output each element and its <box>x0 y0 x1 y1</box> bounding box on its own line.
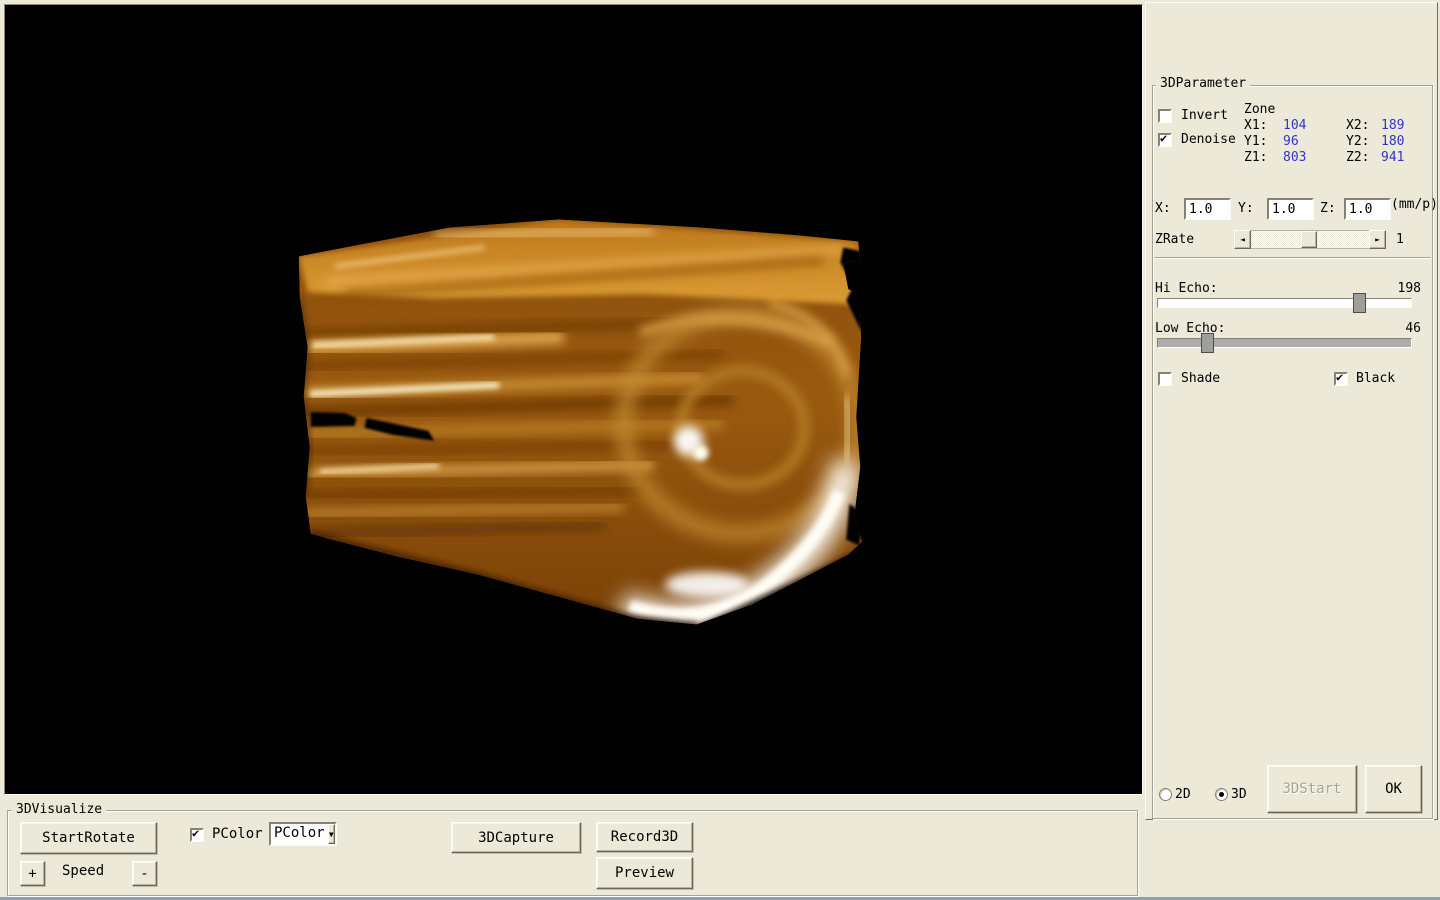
scale-z-input[interactable] <box>1344 198 1391 220</box>
scale-y-input[interactable] <box>1267 198 1314 220</box>
volume-render-3d[interactable] <box>5 5 1142 794</box>
zone-x1-label: X1: <box>1244 118 1267 133</box>
zone-title: Zone <box>1244 102 1275 117</box>
hi-echo-track[interactable] <box>1157 298 1412 308</box>
zrate-track[interactable] <box>1251 230 1369 249</box>
low-echo-track[interactable] <box>1157 338 1412 348</box>
pcolor-checkbox[interactable]: ✔ <box>190 828 204 842</box>
zone-z1-value: 803 <box>1283 150 1306 165</box>
zrate-label: ZRate <box>1155 232 1194 247</box>
zone-y2-label: Y2: <box>1346 134 1369 149</box>
black-checkbox[interactable]: ✔ <box>1334 372 1348 386</box>
zone-z2-value: 941 <box>1381 150 1404 165</box>
zone-y2-value: 180 <box>1381 134 1404 149</box>
shade-label: Shade <box>1181 371 1220 386</box>
render-viewport[interactable] <box>4 4 1143 795</box>
zone-z2-label: Z2: <box>1346 150 1369 165</box>
parameter-groupbox <box>1152 85 1433 819</box>
denoise-checkbox[interactable]: ✔ <box>1158 133 1172 147</box>
checkmark-icon: ✔ <box>1160 131 1167 145</box>
parameter-panel: 3DParameter Invert ✔ Denoise Zone X1: 10… <box>1145 2 1438 820</box>
scale-x-label: X: <box>1155 201 1171 216</box>
shade-checkbox[interactable] <box>1158 372 1172 386</box>
mode-3d-label: 3D <box>1231 787 1247 802</box>
scale-z-label: Z: <box>1320 201 1336 216</box>
hi-echo-label: Hi Echo: <box>1155 281 1218 296</box>
pcolor-dropdown-value: PColor <box>271 824 328 844</box>
pcolor-dropdown[interactable]: PColor ▼ <box>269 822 337 846</box>
zrate-thumb[interactable] <box>1301 231 1317 248</box>
scale-unit-label: (mm/p) <box>1391 197 1438 212</box>
ok-button[interactable]: OK <box>1365 765 1422 813</box>
zone-x2-value: 189 <box>1381 118 1404 133</box>
chevron-down-icon[interactable]: ▼ <box>328 824 335 844</box>
zrate-value: 1 <box>1396 232 1404 247</box>
invert-checkbox[interactable] <box>1158 109 1172 123</box>
hi-echo-thumb[interactable] <box>1353 293 1366 313</box>
radio-dot <box>1219 792 1224 797</box>
checkmark-icon: ✔ <box>1336 370 1343 384</box>
invert-label: Invert <box>1181 108 1228 123</box>
speed-label: Speed <box>62 864 104 879</box>
speed-minus-button[interactable]: - <box>132 861 157 886</box>
scale-x-input[interactable] <box>1184 198 1231 220</box>
denoise-label: Denoise <box>1181 132 1236 147</box>
zone-x2-label: X2: <box>1346 118 1369 133</box>
hi-echo-value: 198 <box>1376 281 1421 296</box>
zone-y1-label: Y1: <box>1244 134 1267 149</box>
zrate-right-arrow-icon[interactable]: ► <box>1369 230 1386 249</box>
checkmark-icon: ✔ <box>192 826 199 840</box>
record-3d-button[interactable]: Record3D <box>596 822 693 852</box>
low-echo-label: Low Echo: <box>1155 321 1225 336</box>
black-label: Black <box>1356 371 1395 386</box>
mode-3d-radio[interactable] <box>1215 788 1228 801</box>
low-echo-thumb[interactable] <box>1201 333 1214 353</box>
separator <box>1154 257 1431 259</box>
zone-y1-value: 96 <box>1283 134 1299 149</box>
mode-2d-label: 2D <box>1175 787 1191 802</box>
start-rotate-button[interactable]: StartRotate <box>20 822 157 854</box>
preview-button[interactable]: Preview <box>596 857 693 889</box>
zrate-scrollbar[interactable]: ◄ ► <box>1234 230 1386 249</box>
zone-z1-label: Z1: <box>1244 150 1267 165</box>
zrate-left-arrow-icon[interactable]: ◄ <box>1234 230 1251 249</box>
speed-plus-button[interactable]: + <box>20 861 45 886</box>
app-window: { "colors": { "window_bg": "#ECE9D8", "v… <box>0 0 1440 900</box>
scale-y-label: Y: <box>1238 201 1254 216</box>
capture-3d-button[interactable]: 3DCapture <box>451 822 581 853</box>
low-echo-value: 46 <box>1376 321 1421 336</box>
mode-2d-radio[interactable] <box>1159 788 1172 801</box>
visualize-group-title: 3DVisualize <box>12 803 106 817</box>
start-3d-button[interactable]: 3DStart <box>1267 765 1357 813</box>
parameter-group-title: 3DParameter <box>1156 77 1250 91</box>
zone-x1-value: 104 <box>1283 118 1306 133</box>
pcolor-label: PColor <box>212 827 263 842</box>
